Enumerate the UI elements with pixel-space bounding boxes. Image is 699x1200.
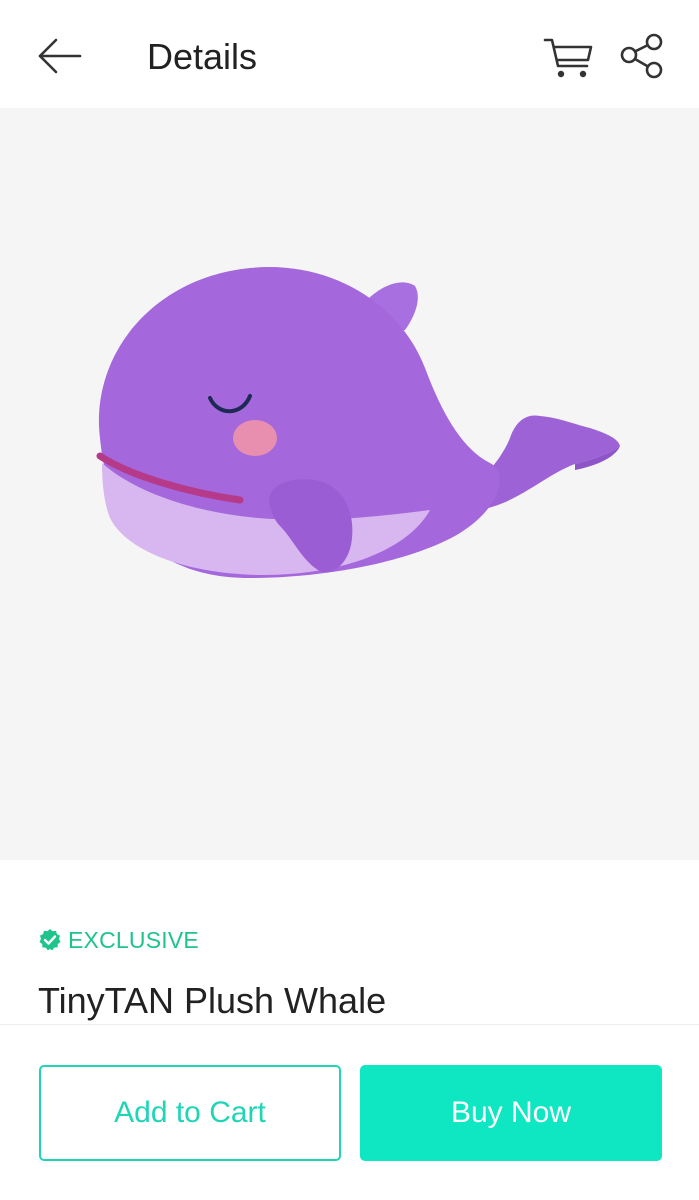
product-name: TinyTAN Plush Whale xyxy=(38,980,387,1021)
add-to-cart-button[interactable]: Add to Cart xyxy=(39,1065,341,1161)
share-icon xyxy=(620,33,663,79)
share-button[interactable] xyxy=(618,32,668,82)
verified-check-icon xyxy=(39,929,61,951)
buy-now-button[interactable]: Buy Now xyxy=(360,1065,662,1161)
bottom-action-bar: Add to Cart Buy Now xyxy=(0,1024,699,1200)
cart-button[interactable] xyxy=(543,34,595,82)
back-button[interactable] xyxy=(34,30,86,82)
badge-label: EXCLUSIVE xyxy=(68,926,199,953)
arrow-left-icon xyxy=(38,38,82,74)
product-image[interactable] xyxy=(70,248,640,628)
cart-icon xyxy=(543,38,593,78)
product-image-area[interactable] xyxy=(0,108,699,860)
top-bar: Details xyxy=(0,0,699,108)
page-title: Details xyxy=(147,36,258,77)
exclusive-badge: EXCLUSIVE xyxy=(38,926,199,954)
